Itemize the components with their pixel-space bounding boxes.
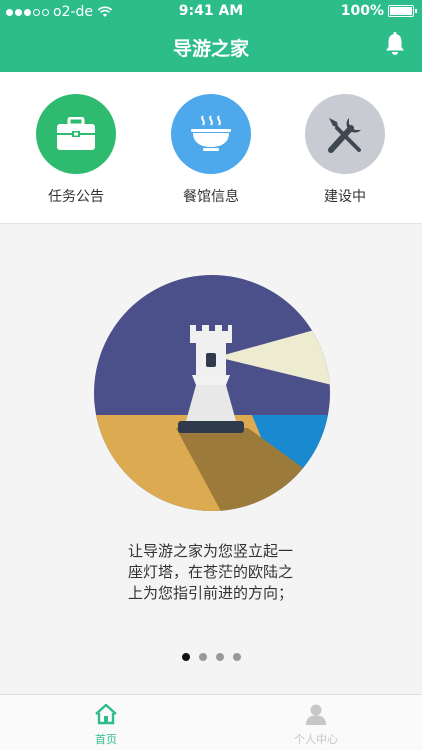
status-bar: o2-de 9:41 AM 100%	[0, 0, 422, 24]
tab-label: 首页	[95, 733, 117, 746]
bell-icon[interactable]	[384, 32, 406, 56]
lighthouse-illustration	[94, 275, 330, 511]
menu-item-label: 餐馆信息	[183, 189, 239, 205]
status-bar-right: 100%	[340, 3, 417, 19]
menu-item-label: 任务公告	[48, 189, 104, 205]
pager-dot[interactable]	[215, 653, 224, 661]
briefcase-icon	[36, 94, 116, 174]
carousel-pager	[0, 653, 422, 661]
person-icon	[306, 704, 326, 725]
menu-item-restaurants[interactable]: 餐馆信息	[151, 94, 271, 206]
app-header: o2-de 9:41 AM 100% 导游之家	[0, 0, 422, 72]
page-title: 导游之家	[172, 38, 249, 60]
menu-item-announcements[interactable]: 任务公告	[16, 94, 136, 206]
pager-dot[interactable]	[198, 653, 207, 661]
battery-icon	[388, 5, 417, 17]
menu-item-under-construction[interactable]: 建设中	[285, 94, 405, 206]
pager-dot[interactable]	[181, 653, 190, 661]
feature-menu: 任务公告 餐馆信息 建设中	[0, 72, 422, 224]
tools-icon	[305, 94, 385, 174]
tab-label: 个人中心	[294, 733, 338, 746]
slide-caption: 让导游之家为您竖立起一座灯塔，在苍茫的欧陆之上为您指引前进的方向；	[128, 542, 294, 602]
home-icon	[95, 703, 117, 725]
intro-carousel[interactable]: 让导游之家为您竖立起一座灯塔，在苍茫的欧陆之上为您指引前进的方向；	[0, 225, 422, 693]
tab-home[interactable]: 首页	[56, 703, 156, 747]
menu-item-label: 建设中	[324, 189, 366, 205]
pager-dot[interactable]	[232, 653, 241, 661]
tab-profile[interactable]: 个人中心	[266, 703, 366, 747]
battery-percent: 100%	[340, 3, 384, 19]
bowl-icon	[171, 94, 251, 174]
bottom-tab-bar: 首页 个人中心	[0, 694, 422, 750]
